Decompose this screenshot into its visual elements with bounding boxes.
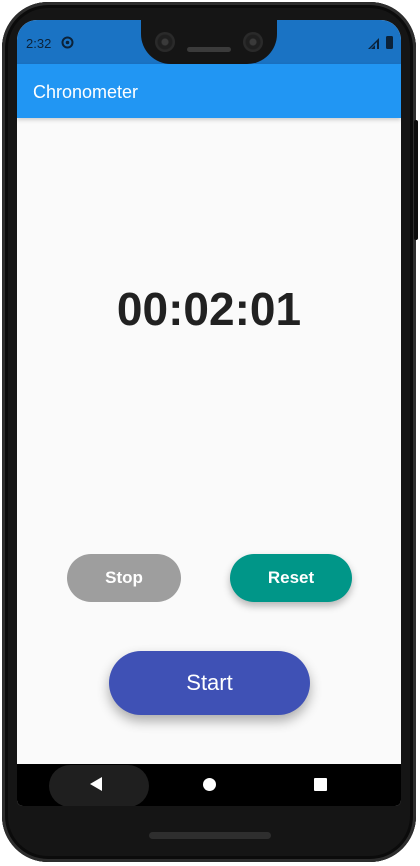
timer-display: 00:02:01: [116, 283, 302, 335]
home-circle-icon[interactable]: [203, 778, 216, 791]
app-title: Chronometer: [33, 82, 139, 102]
reset-button[interactable]: Reset: [230, 554, 352, 602]
camera-notch: [141, 20, 277, 64]
front-sensor-icon: [243, 32, 263, 52]
back-triangle-icon[interactable]: [90, 777, 102, 791]
front-camera-icon: [155, 32, 175, 52]
start-button[interactable]: Start: [109, 651, 310, 715]
status-time: 2:32: [26, 36, 52, 51]
phone-screen: 2:32 Chronometer 00:02:01 Stop Reset Sta…: [17, 20, 401, 806]
bottom-speaker-grille: [149, 832, 271, 839]
navigation-bar: [17, 764, 401, 806]
recents-square-icon[interactable]: [314, 778, 327, 791]
power-button: [414, 120, 418, 240]
stop-button[interactable]: Stop: [67, 554, 181, 602]
signal-icon: [368, 38, 379, 49]
battery-icon: [386, 36, 393, 49]
sync-circle-icon: [61, 36, 74, 49]
device-stage: 2:32 Chronometer 00:02:01 Stop Reset Sta…: [0, 0, 420, 866]
app-bar: Chronometer: [17, 64, 401, 118]
earpiece-speaker: [187, 47, 231, 52]
